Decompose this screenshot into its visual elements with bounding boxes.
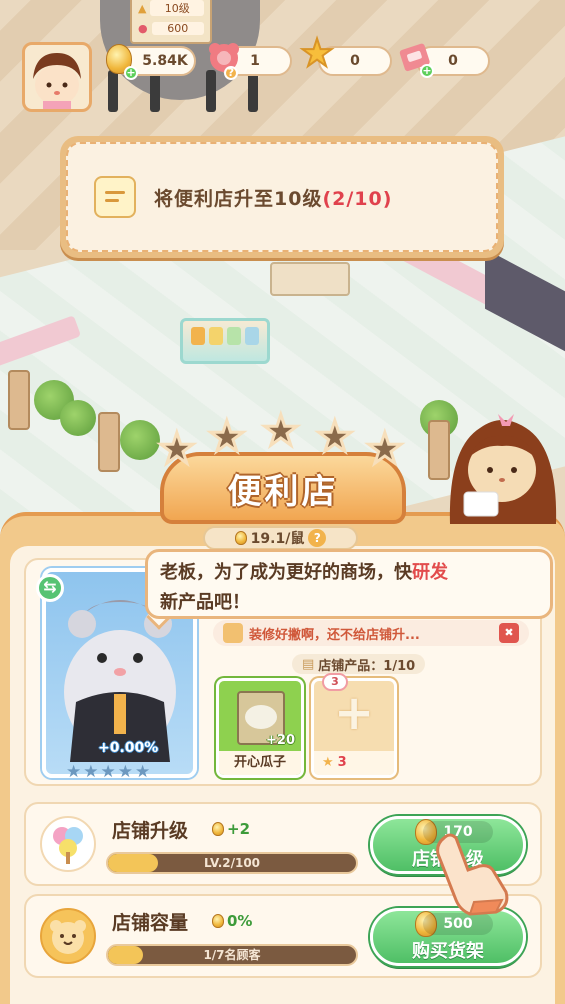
manager-stars: ★ ★ ★ ★ ★: [66, 764, 150, 781]
shelf-cost: 500: [423, 913, 493, 935]
upgrade-title: 店铺升级: [112, 820, 189, 842]
add-coins-icon[interactable]: +: [124, 66, 138, 80]
gem-badge-icon: ?: [224, 66, 238, 80]
product-count: +20: [266, 733, 295, 748]
barrier-post: [150, 70, 160, 112]
fence-post: [98, 412, 120, 472]
shopkeeper-girl: [449, 414, 557, 524]
construction-sign[interactable]: ▲ 10级 ● 600: [130, 0, 212, 44]
manager-star-icon: ★: [100, 762, 116, 782]
bush: [60, 400, 96, 436]
sign-cost: 600: [151, 21, 204, 35]
star-icon: ★: [299, 31, 335, 75]
level-progress-bar: LV.2/100: [106, 852, 358, 874]
task-banner[interactable]: 将便利店升至10级(2/10): [60, 136, 504, 258]
seed-icon: [212, 822, 224, 836]
complaint-text: 装修好撇啊，还不给店铺升...: [249, 627, 420, 643]
lollipop-icon: [40, 816, 96, 872]
shop-star-rating: ★ ★ ★ ★ ★: [157, 408, 408, 473]
product-shelf[interactable]: [180, 318, 270, 364]
rating-star-icon: ★: [365, 424, 406, 473]
rating-star-icon: ★: [315, 412, 356, 461]
swap-manager-icon[interactable]: ⇆: [36, 574, 64, 602]
rating-star-icon: ★: [261, 406, 302, 455]
seed-icon: [212, 914, 224, 928]
income-rate: 19.1/鼠 ?: [203, 526, 358, 550]
task-progress: (2/10): [322, 187, 393, 210]
product-slot-sunflower-seeds[interactable]: +20 开心瓜子: [216, 678, 304, 778]
plus-icon: +: [334, 685, 375, 741]
hamster-face-icon: [223, 623, 243, 643]
barrier-post: [248, 70, 258, 112]
thumbs-down-icon: ✖: [499, 623, 519, 643]
barrier-post: [108, 70, 118, 112]
manager-star-icon: ★: [66, 762, 82, 782]
manager-bonus: +0.00%: [98, 740, 159, 756]
scroll-icon: ▤: [302, 656, 315, 672]
add-tickets-icon[interactable]: +: [420, 64, 434, 78]
capacity-text: 1/7名顾客: [203, 948, 261, 962]
upgrade-bonus: +2: [212, 820, 250, 838]
income-rate-value: 19.1/鼠: [250, 531, 305, 547]
customer-complaint: 装修好撇啊，还不给店铺升... ✖: [213, 620, 529, 646]
hamster-coin-icon: [40, 908, 96, 964]
speech-bubble: 老板，为了成为更好的商场，快研发 新产品吧！: [145, 549, 553, 619]
add-product-slot[interactable]: 3 + ★ 3: [311, 673, 397, 778]
help-icon[interactable]: ?: [308, 529, 327, 547]
sign-level: 10级: [150, 0, 204, 16]
manager-star-icon: ★: [117, 762, 133, 782]
capacity-title: 店铺容量: [112, 912, 189, 934]
tutorial-pointer-hand-icon: [436, 833, 509, 916]
star-amount: 0: [350, 53, 360, 69]
product-name: 开心瓜子: [219, 751, 301, 775]
seed-icon: [234, 531, 247, 545]
fence-post: [8, 370, 30, 430]
player-avatar[interactable]: [22, 42, 92, 112]
manager-star-icon: ★: [135, 762, 151, 782]
manager-star-icon: ★: [83, 762, 99, 782]
ticket-amount: 0: [448, 53, 458, 69]
shop-title: 便利店: [227, 471, 339, 512]
task-text: 将便利店升至10级(2/10): [154, 187, 393, 210]
coin-amount: 5.84K: [142, 53, 188, 69]
customer-capacity-bar: 1/7名顾客: [106, 944, 358, 966]
unlock-star-cost: ★ 3: [314, 751, 394, 775]
task-list-icon: [94, 176, 136, 218]
level-text: LV.2/100: [203, 856, 261, 870]
products-label: ▤ 店铺产品：1/10: [292, 654, 426, 674]
bush: [120, 420, 160, 460]
rating-star-icon: ★: [157, 424, 198, 473]
buy-shelf-button[interactable]: 500 购买货架: [370, 908, 526, 966]
capacity-bonus: 0%: [212, 912, 252, 930]
rating-star-icon: ★: [207, 412, 248, 461]
checkout-counter: [270, 262, 350, 296]
gem-amount: 1: [250, 53, 260, 69]
star-icon: ★: [322, 755, 334, 770]
buy-shelf-label: 购买货架: [412, 941, 484, 962]
